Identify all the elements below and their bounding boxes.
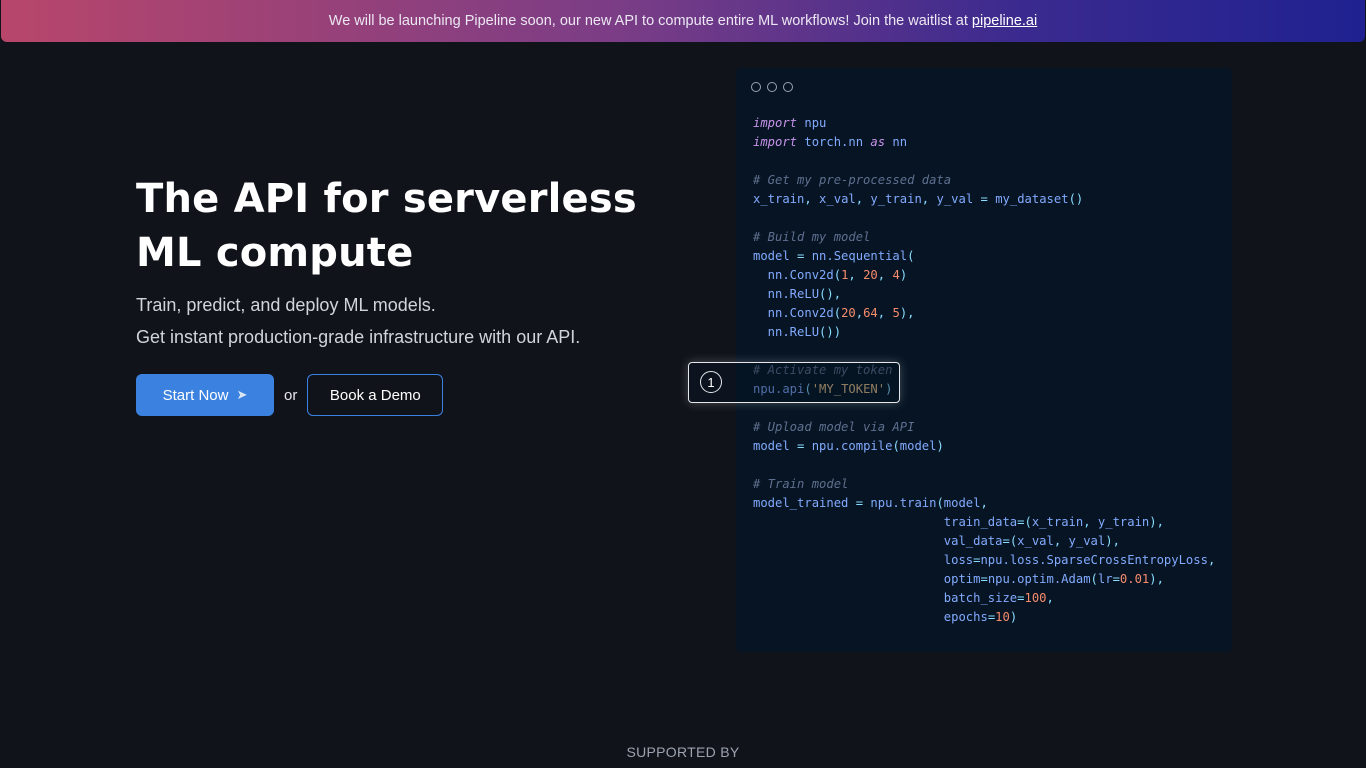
hero-title-line2: ML compute [136, 230, 414, 276]
window-controls [751, 82, 793, 92]
window-dot-icon [783, 82, 793, 92]
code-line: val_data=(x_val, y_val), [753, 534, 1120, 548]
start-now-button[interactable]: Start Now ➤ [136, 374, 274, 416]
code-line: x_train, x_val, y_train, y_val = my_data… [753, 192, 1084, 206]
hero-title-line1: The API for serverless [136, 176, 637, 222]
code-line: import torch.nn as nn [753, 135, 908, 149]
pipeline-link[interactable]: pipeline.ai [972, 13, 1037, 29]
code-callout-highlight: 1 [688, 362, 900, 403]
code-line: model = nn.Sequential( [753, 249, 915, 263]
code-line: nn.ReLU(), [753, 287, 842, 301]
cta-row: Start Now ➤ or Book a Demo [136, 374, 444, 416]
code-line: nn.ReLU()) [753, 325, 842, 339]
code-line: # Get my pre-processed data [753, 173, 952, 187]
supported-by-heading: SUPPORTED BY [626, 744, 740, 760]
code-line: # Upload model via API [753, 420, 915, 434]
announcement-banner: We will be launching Pipeline soon, our … [1, 0, 1365, 42]
book-demo-button[interactable]: Book a Demo [307, 374, 444, 416]
rocket-icon: ➤ [236, 387, 248, 402]
code-line: train_data=(x_train, y_train), [753, 515, 1164, 529]
hero-title: The API for serverless ML compute [136, 172, 696, 280]
code-line: model = npu.compile(model) [753, 439, 944, 453]
code-line: nn.Conv2d(1, 20, 4) [753, 268, 908, 282]
window-dot-icon [767, 82, 777, 92]
or-separator: or [284, 386, 298, 404]
code-line: epochs=10) [753, 610, 1018, 624]
window-dot-icon [751, 82, 761, 92]
hero-subtitle-train: Train, predict, and deploy ML models. [136, 295, 436, 315]
code-line: model_trained = npu.train(model, [753, 496, 988, 510]
banner-text: We will be launching Pipeline soon, our … [328, 13, 968, 29]
code-line: nn.Conv2d(20,64, 5), [753, 306, 915, 320]
code-line: # Train model [753, 477, 849, 491]
code-line: loss=npu.loss.SparseCrossEntropyLoss, [753, 553, 1216, 567]
step-number-badge: 1 [700, 371, 722, 393]
code-line: batch_size=100, [753, 591, 1054, 605]
hero-subtitle-infrastructure: Get instant production-grade infrastruct… [136, 327, 581, 347]
code-line: # Build my model [753, 230, 871, 244]
start-now-label: Start Now [162, 386, 229, 404]
code-line: import npu [753, 116, 827, 130]
code-line: optim=npu.optim.Adam(lr=0.01), [753, 572, 1164, 586]
code-window: import npu import torch.nn as nn # Get m… [736, 68, 1232, 652]
